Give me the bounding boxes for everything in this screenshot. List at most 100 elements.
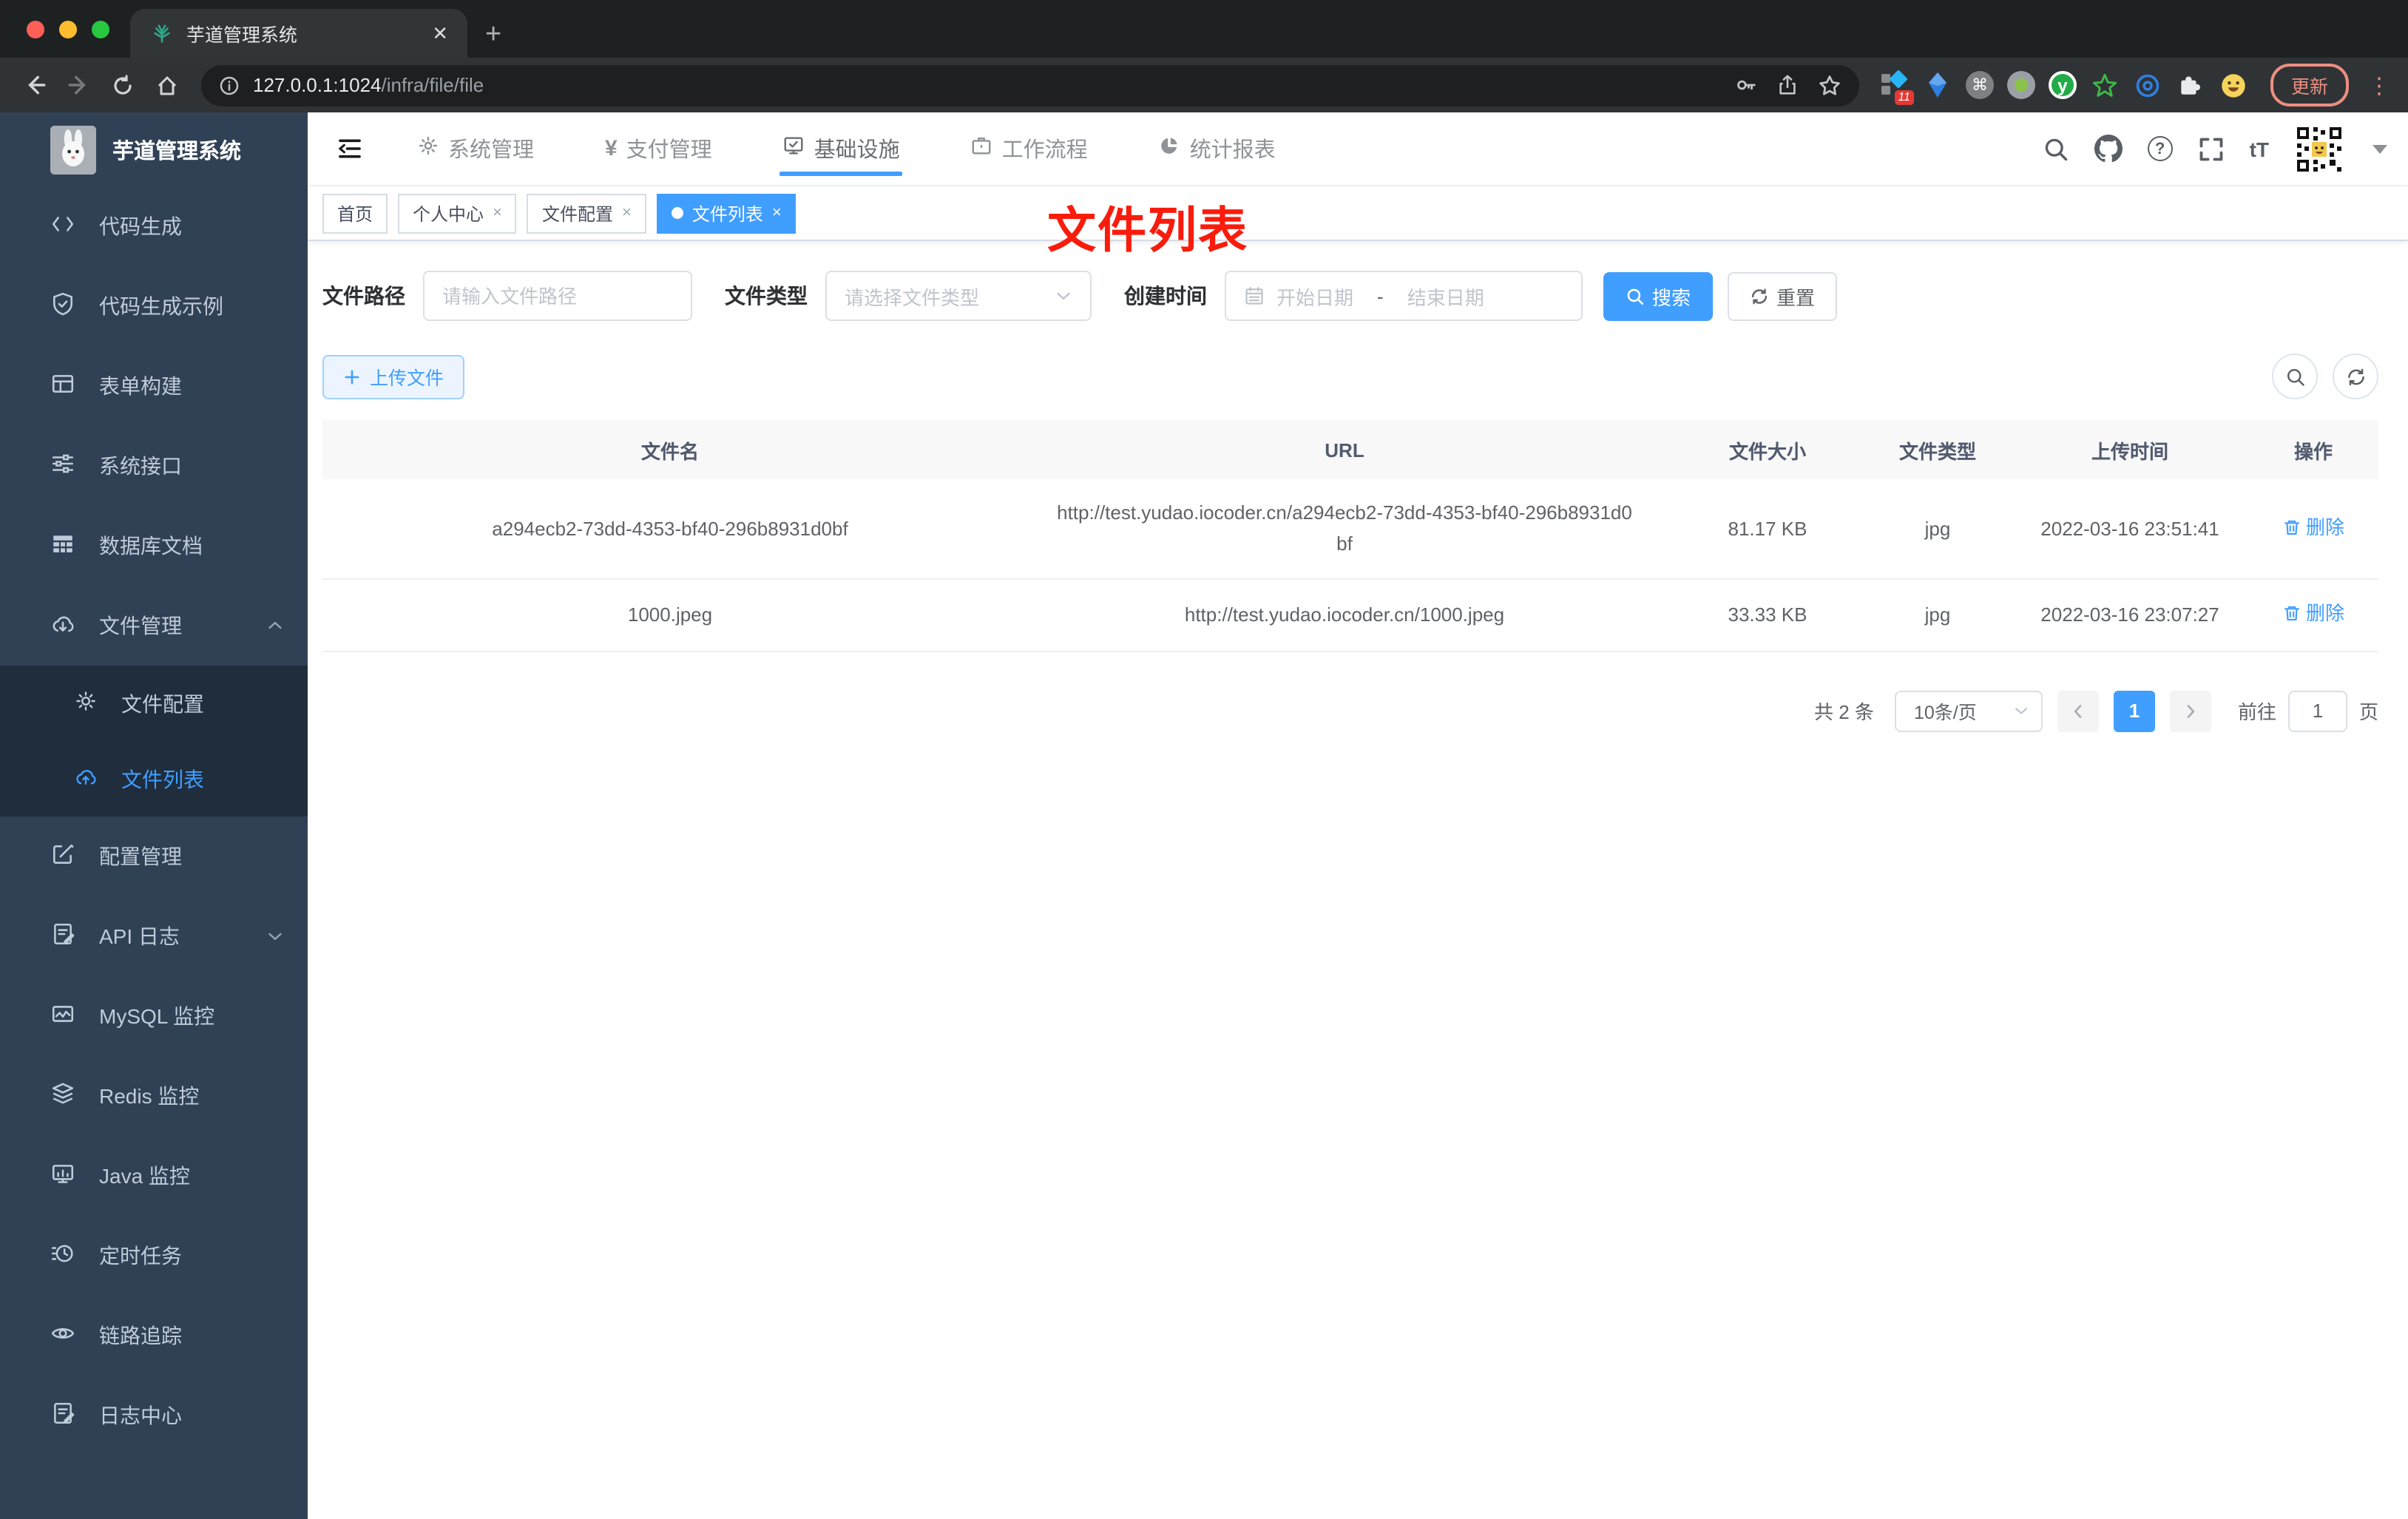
- date-range-input[interactable]: 开始日期 - 结束日期: [1225, 271, 1583, 321]
- command-extension-icon[interactable]: ⌘: [1965, 71, 1994, 99]
- back-icon[interactable]: [15, 66, 53, 104]
- top-nav-workflow[interactable]: 工作流程: [968, 112, 1091, 185]
- sidebar-item-scheduled-tasks[interactable]: 定时任务: [0, 1216, 308, 1296]
- sidebar-item-redis-monitor[interactable]: Redis 监控: [0, 1056, 308, 1136]
- upload-file-button[interactable]: 上传文件: [322, 354, 465, 399]
- file-type-select[interactable]: 请选择文件类型: [825, 271, 1092, 321]
- sidebar-item-db-doc[interactable]: 数据库文档: [0, 506, 308, 586]
- extension-badge: 11: [1894, 89, 1914, 104]
- password-key-icon[interactable]: [1735, 74, 1757, 96]
- y-logo-extension-icon[interactable]: y: [2048, 71, 2077, 99]
- tag-profile[interactable]: 个人中心 ×: [398, 193, 517, 233]
- emoji-extension-icon[interactable]: [2219, 70, 2248, 100]
- end-date-placeholder: 结束日期: [1407, 286, 1484, 308]
- browser-menu-icon[interactable]: ⋮: [2368, 72, 2390, 98]
- sidebar-item-file-config[interactable]: 文件配置: [0, 666, 308, 741]
- sidebar-item-file-management[interactable]: 文件管理: [0, 586, 308, 666]
- create-time-label: 创建时间: [1124, 284, 1207, 308]
- reset-button[interactable]: 重置: [1728, 271, 1838, 320]
- font-size-icon[interactable]: tT: [2250, 137, 2269, 160]
- share-icon[interactable]: [1776, 74, 1799, 96]
- form-table-icon: [50, 371, 75, 401]
- briefcase-icon: [971, 135, 993, 163]
- collapse-sidebar-icon[interactable]: [322, 122, 376, 175]
- top-nav-reports[interactable]: 统计报表: [1156, 112, 1279, 185]
- sidebar-item-system-api[interactable]: 系统接口: [0, 426, 308, 506]
- pinned-extension-icon[interactable]: 11: [1880, 69, 1914, 104]
- table-row: a294ecb2-73dd-4353-bf40-296b8931d0bf htt…: [322, 479, 2378, 580]
- sidebar-item-api-log[interactable]: API 日志: [0, 896, 308, 976]
- tab-close-icon[interactable]: ✕: [427, 21, 453, 45]
- eye-extension-icon[interactable]: [2133, 70, 2162, 100]
- forward-icon[interactable]: [59, 66, 98, 104]
- file-path-input[interactable]: [423, 271, 692, 321]
- sidebar-item-file-list[interactable]: 文件列表: [0, 741, 308, 816]
- fullscreen-icon[interactable]: [2198, 135, 2225, 162]
- file-path-field[interactable]: [442, 285, 673, 307]
- delete-button[interactable]: 删除: [2282, 511, 2344, 543]
- new-tab-button[interactable]: +: [485, 21, 501, 49]
- layers-icon: [50, 1081, 75, 1111]
- site-info-icon[interactable]: [219, 75, 240, 95]
- pagination: 共 2 条 10条/页 1 前往 页: [322, 690, 2378, 732]
- next-page-icon[interactable]: [2169, 690, 2211, 732]
- address-bar[interactable]: 127.0.0.1:1024/infra/file/file: [201, 64, 1859, 106]
- bookmark-star-icon[interactable]: [1818, 73, 1841, 97]
- avatar-caret-icon[interactable]: [2373, 144, 2387, 153]
- sidebar-item-java-monitor[interactable]: Java 监控: [0, 1136, 308, 1216]
- reload-icon[interactable]: [104, 66, 142, 104]
- top-nav-infrastructure[interactable]: 基础设施: [779, 112, 903, 185]
- browser-update-button[interactable]: 更新: [2270, 64, 2349, 106]
- recorder-extension-icon[interactable]: [2006, 71, 2035, 99]
- help-icon[interactable]: ?: [2147, 136, 2173, 161]
- user-avatar[interactable]: [2294, 124, 2344, 174]
- delete-button[interactable]: 删除: [2282, 598, 2344, 629]
- code-icon: [50, 212, 75, 241]
- sidebar-item-config-management[interactable]: 配置管理: [0, 816, 308, 896]
- cell-filename: 1000.jpeg: [322, 578, 1018, 652]
- prev-page-icon[interactable]: [2057, 690, 2099, 732]
- sidebar-item-form-builder[interactable]: 表单构建: [0, 346, 308, 426]
- github-icon[interactable]: [2094, 135, 2123, 163]
- close-window-button[interactable]: [27, 21, 44, 38]
- close-icon[interactable]: ×: [493, 204, 502, 222]
- top-nav-payment[interactable]: ¥ 支付管理: [602, 112, 715, 185]
- search-icon[interactable]: [2043, 135, 2069, 162]
- puzzle-extensions-icon[interactable]: [2176, 70, 2205, 100]
- refresh-table-icon[interactable]: [2333, 353, 2378, 399]
- chevron-down-icon: [266, 927, 284, 945]
- sidebar-item-tracing[interactable]: 链路追踪: [0, 1296, 308, 1376]
- cell-time: 2022-03-16 23:51:41: [2012, 479, 2248, 580]
- sidebar-item-mysql-monitor[interactable]: MySQL 监控: [0, 976, 308, 1056]
- star-extension-icon[interactable]: [2090, 70, 2120, 100]
- close-icon[interactable]: ×: [772, 204, 782, 222]
- gear-icon: [74, 689, 98, 717]
- home-icon[interactable]: [148, 66, 186, 104]
- tag-file-list[interactable]: 文件列表 ×: [656, 193, 797, 233]
- goto-page-input[interactable]: [2287, 690, 2347, 732]
- cell-url: http://test.yudao.iocoder.cn/1000.jpeg: [1018, 578, 1671, 652]
- col-size: 文件大小: [1671, 420, 1864, 479]
- sidebar-item-code-example[interactable]: 代码生成示例: [0, 266, 308, 346]
- sidebar-item-log-center[interactable]: 日志中心: [0, 1376, 308, 1455]
- top-nav-system[interactable]: 系统管理: [414, 112, 537, 185]
- page-size-select[interactable]: 10条/页: [1894, 690, 2043, 732]
- zoom-window-button[interactable]: [92, 21, 109, 38]
- screen: 芋道管理系统 ✕ + 127.0.0.1:1024/infra/file/fil…: [0, 0, 2408, 1519]
- sidebar-item-code-generation[interactable]: 代码生成: [0, 186, 308, 266]
- rabbit-avatar: [50, 125, 96, 174]
- page-number-1[interactable]: 1: [2113, 690, 2155, 732]
- app-logo[interactable]: 芋道管理系统: [0, 112, 308, 186]
- tab-title: 芋道管理系统: [186, 25, 298, 46]
- app-title: 芋道管理系统: [112, 140, 241, 163]
- browser-tab[interactable]: 芋道管理系统 ✕: [130, 9, 467, 58]
- tag-home[interactable]: 首页: [322, 193, 388, 233]
- col-url: URL: [1018, 420, 1671, 479]
- search-button[interactable]: 搜索: [1603, 271, 1714, 320]
- date-separator: -: [1377, 285, 1384, 307]
- show-search-icon[interactable]: [2272, 353, 2318, 399]
- close-icon[interactable]: ×: [622, 204, 632, 222]
- minimize-window-button[interactable]: [59, 21, 77, 38]
- gem-extension-icon[interactable]: [1923, 70, 1952, 100]
- tag-file-config[interactable]: 文件配置 ×: [527, 193, 646, 233]
